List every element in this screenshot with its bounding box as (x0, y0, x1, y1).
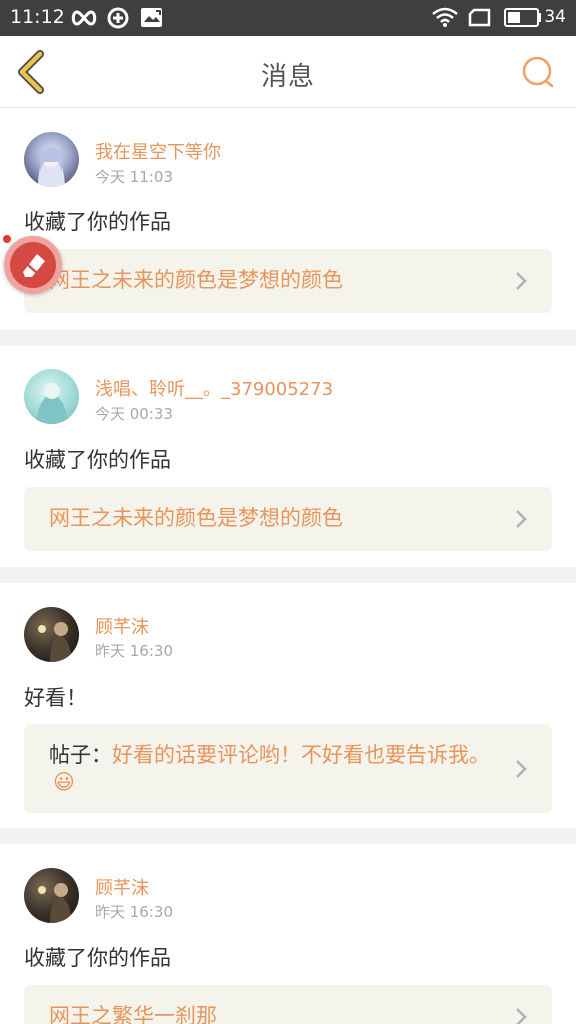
wifi-icon (432, 7, 458, 27)
post-title: 帖子：好看的话要评论哟！不好看也要告诉我。 😃 (49, 742, 492, 796)
work-link[interactable]: 网王之未来的颜色是梦想的颜色 (24, 249, 552, 313)
work-title: 网王之未来的颜色是梦想的颜色 (49, 267, 492, 294)
battery-percentage: 34 (544, 7, 566, 27)
sync-icon (107, 7, 129, 29)
comment-text: 好看！ (24, 686, 87, 710)
avatar-image-icon (38, 147, 65, 187)
image-icon (141, 8, 162, 27)
separator (0, 330, 576, 346)
action-text: 收藏了你的作品 (24, 448, 171, 472)
message-item[interactable]: 顾芊沫 昨天 16:30 好看！ 帖子：好看的话要评论哟！不好看也要告诉我。 😃 (0, 583, 576, 828)
page-title: 消息 (260, 62, 315, 92)
action-text: 收藏了你的作品 (24, 210, 171, 234)
chevron-right-icon (516, 760, 527, 778)
status-bar: 11:12 34 (0, 0, 576, 36)
username[interactable]: 浅唱、聆听__。_379005273 (95, 375, 333, 401)
nav-header: 消息 (0, 36, 576, 108)
floating-tool-inner (10, 242, 56, 288)
work-title: 网王之繁华一刹那 (49, 1003, 492, 1024)
message-item[interactable]: 浅唱、聆听__。_379005273 今天 00:33 收藏了你的作品 网王之未… (0, 346, 576, 567)
avatar-image-icon (36, 383, 68, 424)
avatar[interactable] (24, 369, 79, 424)
chevron-right-icon (516, 1008, 527, 1024)
avatar-image-icon (38, 883, 72, 923)
separator (0, 567, 576, 583)
eraser-icon (23, 254, 45, 277)
work-link[interactable]: 网王之繁华一刹那 (24, 985, 552, 1024)
timestamp: 今天 00:33 (95, 405, 173, 423)
message-item[interactable]: 顾芊沫 昨天 16:30 收藏了你的作品 网王之繁华一刹那 (0, 844, 576, 1024)
work-link[interactable]: 网王之未来的颜色是梦想的颜色 (24, 487, 552, 551)
message-item[interactable]: 我在星空下等你 今天 11:03 收藏了你的作品 网王之未来的颜色是梦想的颜色 (0, 109, 576, 330)
timestamp: 今天 11:03 (95, 168, 173, 186)
floating-tool-button[interactable] (4, 236, 62, 294)
username[interactable]: 我在星空下等你 (95, 138, 221, 164)
status-time: 11:12 (10, 6, 65, 28)
timestamp: 昨天 16:30 (95, 903, 173, 921)
username[interactable]: 顾芊沫 (95, 874, 149, 900)
battery-icon (504, 8, 541, 27)
post-prefix: 帖子： (49, 743, 112, 767)
timestamp: 昨天 16:30 (95, 642, 173, 660)
separator (0, 828, 576, 844)
post-title-text: 好看的话要评论哟！不好看也要告诉我。 (112, 743, 490, 767)
smile-emoji-icon: 😃 (53, 770, 75, 794)
work-title: 网王之未来的颜色是梦想的颜色 (49, 505, 492, 532)
infinity-icon (71, 10, 97, 26)
avatar-image-icon (38, 622, 72, 662)
avatar[interactable] (24, 607, 79, 662)
chevron-right-icon (516, 510, 527, 528)
sim-icon (468, 8, 491, 27)
avatar[interactable] (24, 868, 79, 923)
action-text: 收藏了你的作品 (24, 946, 171, 970)
work-title-text: 网王之未来的颜色是梦想的颜色 (49, 506, 343, 530)
work-title-text: 网王之未来的颜色是梦想的颜色 (49, 268, 343, 292)
search-icon[interactable] (520, 54, 556, 90)
username[interactable]: 顾芊沫 (95, 613, 149, 639)
chevron-right-icon (516, 272, 527, 290)
post-link[interactable]: 帖子：好看的话要评论哟！不好看也要告诉我。 😃 (24, 724, 552, 813)
avatar[interactable] (24, 132, 79, 187)
work-title-text: 网王之繁华一刹那 (49, 1004, 217, 1024)
